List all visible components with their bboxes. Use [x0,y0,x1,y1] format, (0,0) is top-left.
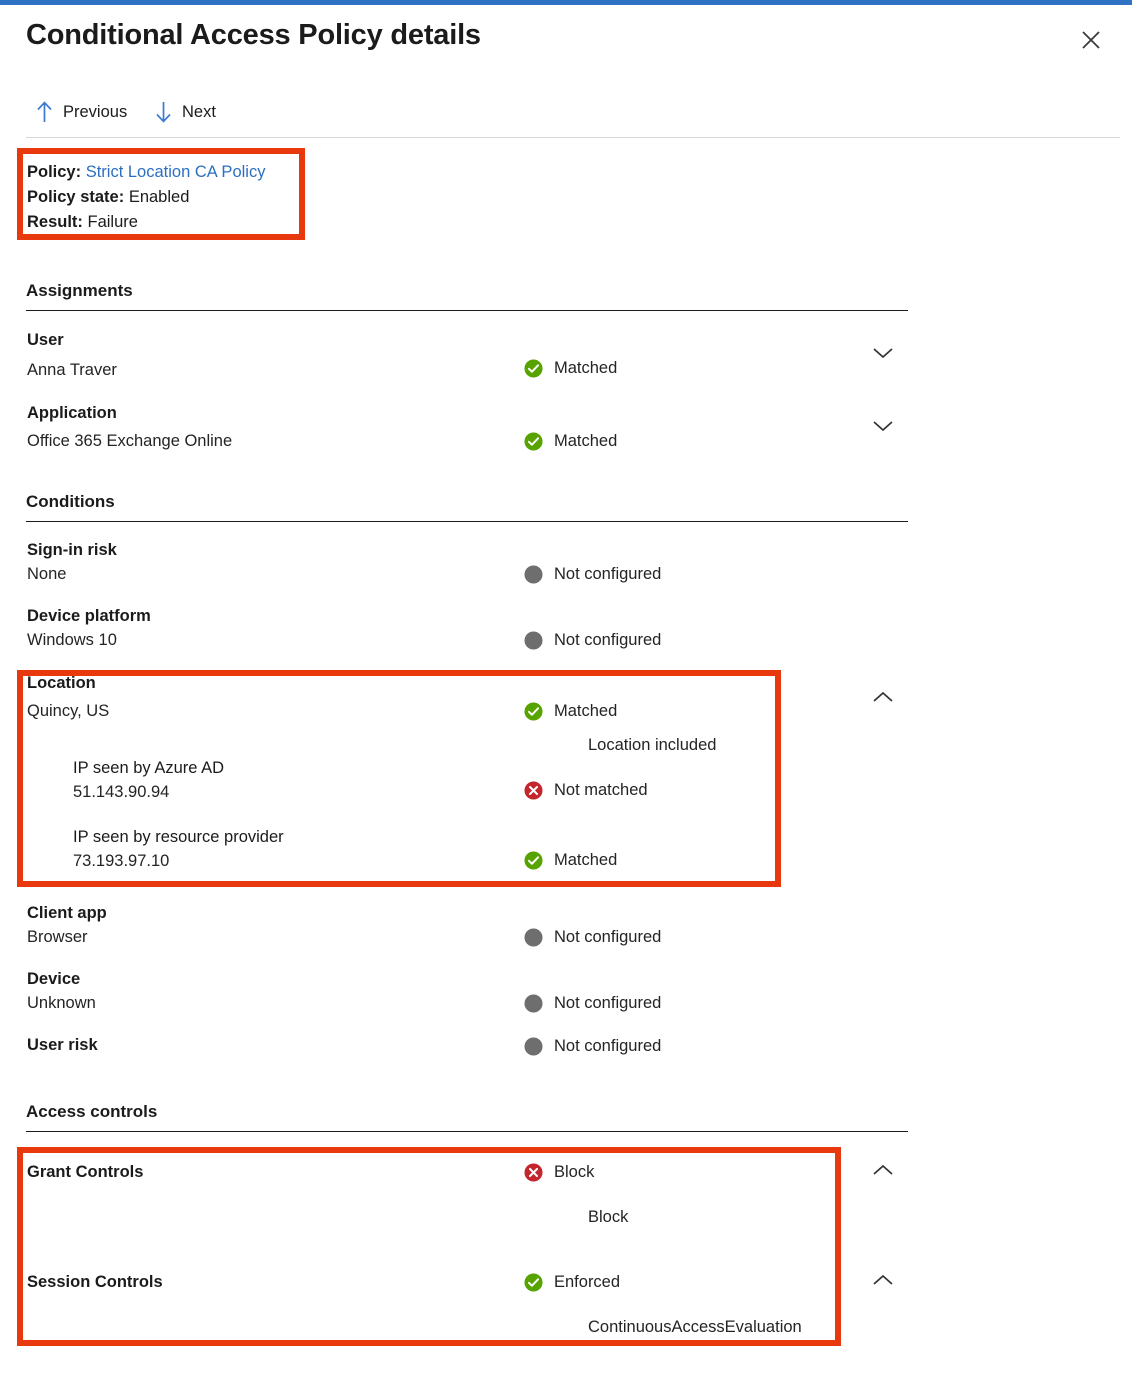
close-icon[interactable] [1076,25,1106,55]
status-label: Matched [554,432,617,451]
chevron-down-icon[interactable] [871,345,895,361]
result-key: Result: [27,213,83,231]
previous-button[interactable]: Previous [36,101,127,123]
policy-state-key: Policy state: [27,188,124,206]
row-value: Windows 10 [27,631,117,650]
policy-line: Policy: Strict Location CA Policy [27,160,265,185]
check-circle-icon [524,702,543,721]
arrow-down-icon [155,101,172,123]
arrow-up-icon [36,101,53,123]
status-badge: Not matched [524,781,648,800]
row-label: Sign-in risk [27,541,117,560]
circle-icon [524,631,543,650]
x-circle-icon [524,781,543,800]
status-badge: Not configured [524,994,661,1013]
row-value: Office 365 Exchange Online [27,432,232,451]
status-label: Block [554,1163,594,1182]
location-detail: Location included [588,736,716,755]
status-badge: Matched [524,359,617,378]
status-badge: Matched [524,702,617,721]
row-value: 73.193.97.10 [73,852,169,871]
status-badge: Not configured [524,1037,661,1056]
chevron-down-icon[interactable] [871,418,895,434]
row-label: Device [27,970,80,989]
check-circle-icon [524,1273,543,1292]
status-label: Matched [554,702,617,721]
status-label: Matched [554,851,617,870]
status-label: Not configured [554,1037,661,1056]
row-label: Application [27,404,117,423]
previous-label: Previous [63,103,127,122]
row-value: None [27,565,66,584]
status-label: Not configured [554,565,661,584]
row-label: Location [27,674,96,693]
section-heading-conditions: Conditions [26,492,908,522]
row-label: Grant Controls [27,1163,143,1182]
row-label: Session Controls [27,1273,163,1292]
status-label: Enforced [554,1273,620,1292]
policy-state-value: Enabled [129,188,190,206]
status-badge: Matched [524,851,617,870]
check-circle-icon [524,851,543,870]
row-label: IP seen by resource provider [73,828,284,847]
chevron-up-icon[interactable] [871,1163,895,1179]
row-label: User [27,331,64,350]
navigation-toolbar: Previous Next [0,92,1132,138]
next-label: Next [182,103,216,122]
row-value: Unknown [27,994,96,1013]
chevron-up-icon[interactable] [871,1273,895,1289]
circle-icon [524,994,543,1013]
circle-icon [524,565,543,584]
row-value: Browser [27,928,88,947]
chevron-up-icon[interactable] [871,690,895,706]
status-badge: Not configured [524,565,661,584]
row-label: User risk [27,1036,98,1055]
row-label: Client app [27,904,107,923]
policy-name-link[interactable]: Strict Location CA Policy [86,163,266,181]
circle-icon [524,1037,543,1056]
status-badge: Block [524,1163,594,1182]
circle-icon [524,928,543,947]
toolbar-divider [26,137,1120,138]
status-label: Matched [554,359,617,378]
check-circle-icon [524,359,543,378]
row-value: 51.143.90.94 [73,783,169,802]
status-badge: Not configured [524,928,661,947]
policy-key: Policy: [27,163,81,181]
session-controls-detail: ContinuousAccessEvaluation [588,1318,802,1337]
status-badge: Matched [524,432,617,451]
status-badge: Enforced [524,1273,620,1292]
result-line: Result: Failure [27,210,265,235]
row-label: Device platform [27,607,151,626]
status-label: Not configured [554,928,661,947]
row-value: Anna Traver [27,361,117,380]
row-value: Quincy, US [27,702,109,721]
section-heading-assignments: Assignments [26,281,908,311]
result-value: Failure [88,213,138,231]
check-circle-icon [524,432,543,451]
policy-state-line: Policy state: Enabled [27,185,265,210]
row-label: IP seen by Azure AD [73,759,224,778]
grant-controls-detail: Block [588,1208,628,1227]
page-title: Conditional Access Policy details [26,19,481,52]
section-heading-access-controls: Access controls [26,1102,908,1132]
x-circle-icon [524,1163,543,1182]
status-label: Not configured [554,994,661,1013]
status-badge: Not configured [524,631,661,650]
policy-summary: Policy: Strict Location CA Policy Policy… [27,160,265,235]
status-label: Not matched [554,781,648,800]
next-button[interactable]: Next [155,101,216,123]
status-label: Not configured [554,631,661,650]
dialog-header: Conditional Access Policy details [0,5,1132,85]
